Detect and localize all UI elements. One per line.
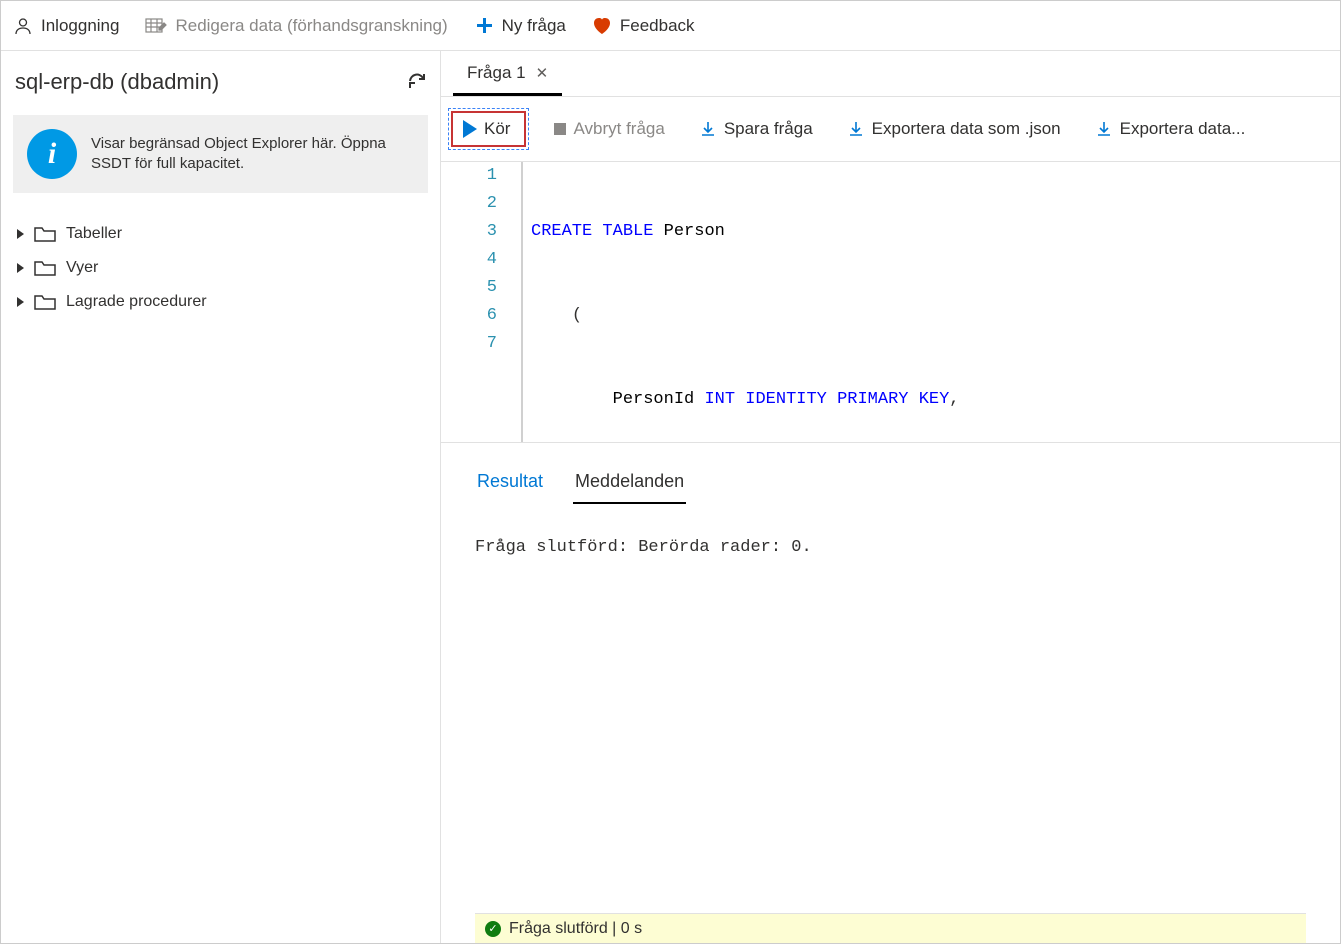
object-explorer-sidebar: sql-erp-db (dbadmin) Visar begränsad Obj… [1,51,441,943]
folder-icon [34,259,56,277]
info-banner: Visar begränsad Object Explorer här. Öpp… [13,115,428,193]
close-icon[interactable]: ✕ [536,64,549,82]
feedback-label: Feedback [620,16,695,36]
download-icon [699,120,717,138]
chevron-right-icon [17,297,24,307]
refresh-icon [406,70,428,92]
download-icon [847,120,865,138]
folder-icon [34,293,56,311]
results-tab-messages[interactable]: Meddelanden [573,463,686,504]
table-edit-icon [145,16,167,36]
export-json-button[interactable]: Exportera data som .json [841,116,1067,142]
message-line: Fråga slutförd: Berörda rader: 0. [475,538,812,557]
status-bar: ✓ Fråga slutförd | 0 s [475,913,1306,943]
db-title: sql-erp-db (dbadmin) [15,69,219,95]
export-more-label: Exportera data... [1120,119,1246,139]
tree-item-sprocs[interactable]: Lagrade procedurer [13,285,428,319]
cancel-label: Avbryt fråga [573,119,664,139]
results-tabs: Resultat Meddelanden [475,463,1306,504]
tree-label: Vyer [66,259,98,277]
new-query-button[interactable]: Ny fråga [474,16,566,36]
query-toolbar: Kör Avbryt fråga Spara fråga Exportera d… [441,97,1340,162]
heart-icon [592,17,612,35]
chevron-right-icon [17,229,24,239]
success-icon: ✓ [485,921,501,937]
code-ruler [521,162,523,442]
tree-item-tables[interactable]: Tabeller [13,217,428,251]
folder-icon [34,225,56,243]
chevron-right-icon [17,263,24,273]
export-more-button[interactable]: Exportera data... [1089,116,1252,142]
sql-editor[interactable]: 1234567 CREATE TABLE Person ( PersonId I… [441,162,1340,442]
tree-item-views[interactable]: Vyer [13,251,428,285]
top-toolbar: Inloggning Redigera data (förhandsgransk… [1,1,1340,51]
tree-label: Lagrade procedurer [66,293,207,311]
tab-label: Fråga 1 [467,63,526,83]
stop-icon [554,123,566,135]
play-icon [463,120,477,138]
login-button[interactable]: Inloggning [13,16,119,36]
export-json-label: Exportera data som .json [872,119,1061,139]
new-query-label: Ny fråga [502,16,566,36]
info-text: Visar begränsad Object Explorer här. Öpp… [91,134,410,175]
edit-data-label: Redigera data (förhandsgranskning) [175,16,447,36]
cancel-query-button: Avbryt fråga [548,116,670,142]
plus-icon [474,16,494,36]
edit-data-button[interactable]: Redigera data (förhandsgranskning) [145,16,447,36]
save-query-button[interactable]: Spara fråga [693,116,819,142]
run-label: Kör [484,119,510,139]
download-icon [1095,120,1113,138]
save-label: Spara fråga [724,119,813,139]
info-icon [27,129,77,179]
results-panel: Resultat Meddelanden Fråga slutförd: Ber… [441,442,1340,943]
login-label: Inloggning [41,16,119,36]
code-content[interactable]: CREATE TABLE Person ( PersonId INT IDENT… [525,162,1340,442]
editor-area: Fråga 1 ✕ Kör Avbryt fråga Spara fråga E… [441,51,1340,943]
db-header: sql-erp-db (dbadmin) [13,65,428,95]
person-icon [13,16,33,36]
results-tab-results[interactable]: Resultat [475,463,545,504]
object-tree: Tabeller Vyer Lagrade procedurer [13,217,428,319]
query-tabs: Fråga 1 ✕ [441,51,1340,97]
status-text: Fråga slutförd | 0 s [509,920,642,938]
refresh-button[interactable] [406,70,428,95]
tab-query-1[interactable]: Fråga 1 ✕ [453,53,562,96]
line-gutter: 1234567 [441,162,521,442]
run-button[interactable]: Kör [451,111,526,147]
messages-output: Fråga slutförd: Berörda rader: 0. [475,504,1306,913]
tree-label: Tabeller [66,225,122,243]
feedback-button[interactable]: Feedback [592,16,695,36]
